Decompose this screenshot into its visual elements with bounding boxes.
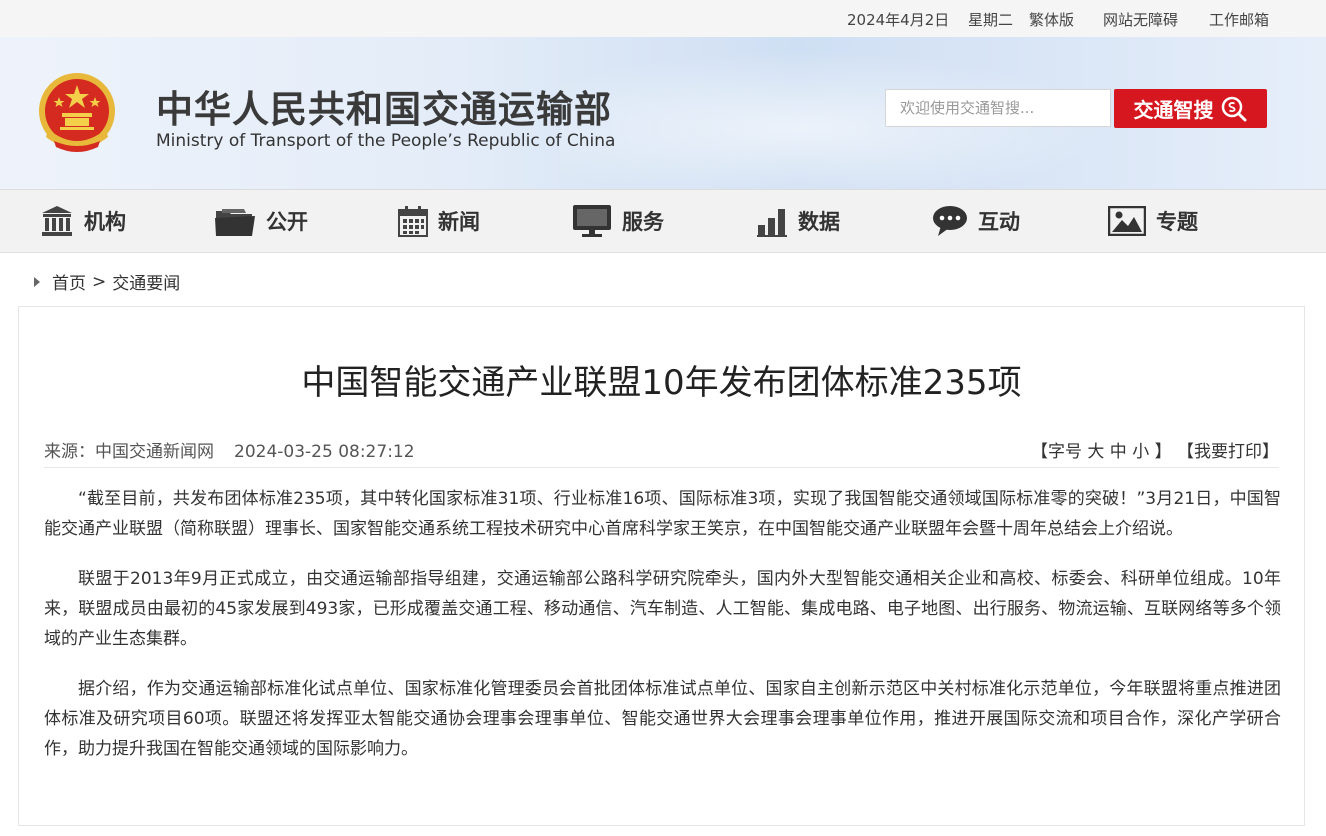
breadcrumb-section-link[interactable]: 交通要闻 — [112, 269, 180, 294]
work-mail-link[interactable]: 工作邮箱 — [1209, 9, 1269, 30]
article-source: 来源：中国交通新闻网 — [44, 442, 214, 462]
search-input[interactable] — [885, 89, 1111, 127]
nav-label-organization: 机构 — [84, 210, 126, 234]
font-size-small-button[interactable]: 小 — [1132, 442, 1149, 462]
nav-item-special-topics[interactable]: 专题 — [1108, 190, 1198, 252]
folder-icon — [215, 209, 255, 236]
article-paragraph-1: “截至目前，共发布团体标准235项，其中转化国家标准31项、行业标准16项、国际… — [44, 489, 1281, 539]
font-size-bracket-close: 】 — [1154, 442, 1172, 462]
site-title: 中华人民共和国交通运输部 — [156, 88, 612, 131]
article-datetime: 2024-03-25 08:27:12 — [234, 442, 415, 462]
nav-label-public: 公开 — [266, 210, 308, 234]
main-navigation: 机构 公开 新闻 服务 数据 互动 专题 — [0, 189, 1326, 253]
site-subtitle: Ministry of Transport of the People’s Re… — [156, 131, 616, 151]
nav-label-special-topics: 专题 — [1156, 210, 1198, 234]
nav-label-service: 服务 — [622, 210, 664, 234]
article-title: 中国智能交通产业联盟10年发布团体标准235项 — [301, 363, 1022, 403]
nav-item-public[interactable]: 公开 — [214, 190, 308, 252]
font-size-large-button[interactable]: 大 — [1087, 442, 1104, 462]
article-meta: 来源：中国交通新闻网 2024-03-25 08:27:12 — [44, 437, 415, 462]
bar-chart-icon — [757, 209, 787, 237]
national-emblem-icon[interactable] — [34, 71, 120, 157]
nav-label-news: 新闻 — [438, 210, 480, 234]
calendar-icon — [398, 206, 428, 237]
print-button[interactable]: 【我要打印】 — [1177, 442, 1279, 462]
article-paragraph-3: 据介绍，作为交通运输部标准化试点单位、国家标准化管理委员会首批团体标准试点单位、… — [44, 679, 1281, 759]
current-weekday: 星期二 — [968, 11, 1014, 29]
nav-label-interaction: 互动 — [978, 210, 1020, 234]
article-tools: 【字号 大 中 小 】 【我要打印】 — [1031, 437, 1279, 462]
image-icon — [1108, 206, 1146, 236]
accessibility-link[interactable]: 网站无障碍 — [1103, 9, 1178, 30]
article-paragraph-2: 联盟于2013年9月正式成立，由交通运输部指导组建，交通运输部公路科学研究院牵头… — [44, 569, 1281, 649]
search-icon — [1220, 95, 1248, 123]
breadcrumb-separator: > — [92, 271, 107, 292]
top-utility-bar: 2024年4月2日 星期二 繁体版 网站无障碍 工作邮箱 — [0, 0, 1326, 37]
nav-item-service[interactable]: 服务 — [572, 190, 664, 252]
search-button-label: 交通智搜 — [1133, 98, 1214, 122]
breadcrumb-arrow-icon — [34, 276, 40, 287]
traditional-chinese-link[interactable]: 繁体版 — [1029, 9, 1074, 30]
nav-item-interaction[interactable]: 互动 — [932, 190, 1020, 252]
site-header: 中华人民共和国交通运输部 Ministry of Transport of th… — [0, 37, 1326, 189]
font-size-label: 【字号 — [1030, 442, 1082, 462]
font-size-medium-button[interactable]: 中 — [1110, 442, 1127, 462]
monitor-icon — [573, 205, 611, 237]
chat-icon — [933, 206, 967, 236]
current-date: 2024年4月2日 — [847, 11, 950, 29]
building-icon — [42, 206, 72, 236]
breadcrumb-home-link[interactable]: 首页 — [52, 269, 86, 294]
nav-item-data[interactable]: 数据 — [756, 190, 840, 252]
nav-label-data: 数据 — [798, 210, 840, 234]
nav-item-organization[interactable]: 机构 — [40, 190, 126, 252]
nav-item-news[interactable]: 新闻 — [398, 190, 480, 252]
breadcrumb: 首页 > 交通要闻 — [34, 269, 180, 294]
article-body: “截至目前，共发布团体标准235项，其中转化国家标准31项、行业标准16项、国际… — [44, 484, 1281, 784]
search-button[interactable]: 交通智搜 — [1114, 89, 1267, 128]
article-divider — [44, 467, 1279, 468]
article-container: 中国智能交通产业联盟10年发布团体标准235项 来源：中国交通新闻网 2024-0… — [18, 306, 1305, 826]
